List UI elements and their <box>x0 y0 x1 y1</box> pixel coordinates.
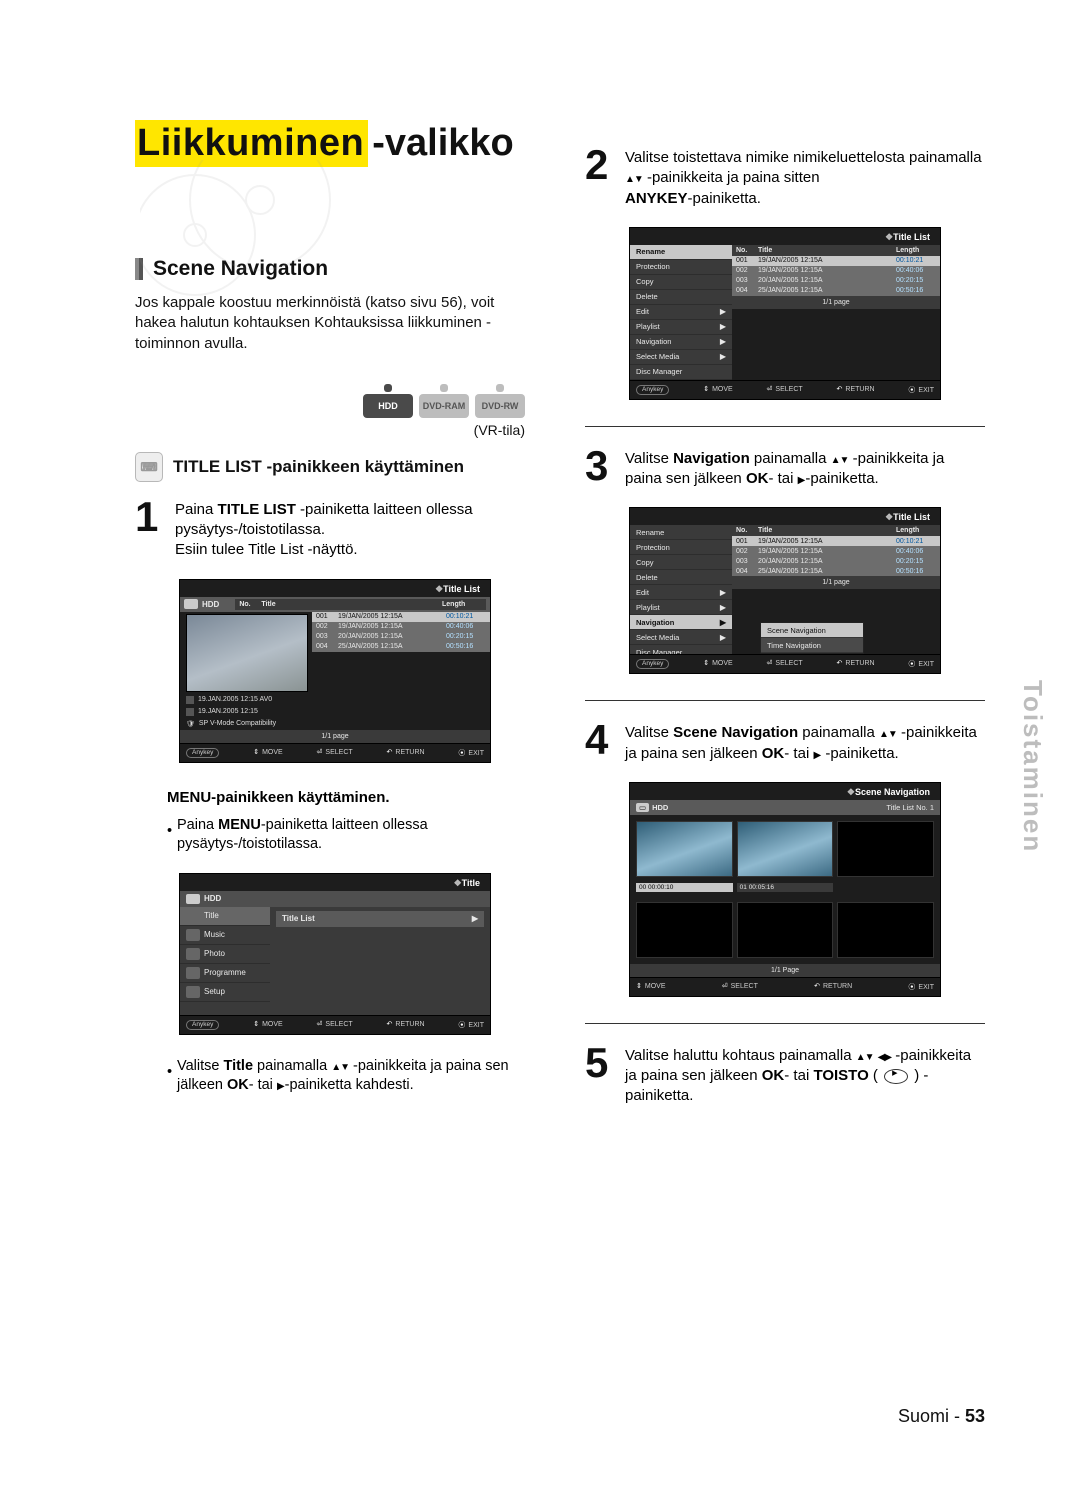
scene-thumb <box>837 821 934 877</box>
section-main-title: Liikkuminen -valikko <box>135 120 535 167</box>
step-3: 3 Valitse Navigation painamalla -painikk… <box>585 449 985 490</box>
step-4: 4 Valitse Scene Navigation painamalla -p… <box>585 723 985 764</box>
menu-button-subhead: MENU-painikkeen käyttäminen. <box>167 789 535 806</box>
up-down-icon <box>879 724 897 741</box>
up-down-icon <box>331 1058 349 1074</box>
manual-page: Liikkuminen -valikko Scene Navigation Jo… <box>0 0 1080 1487</box>
table-header: No.TitleLength <box>235 599 486 610</box>
osd-title-menu: Title HDD Title Music Photo Programme Se… <box>179 873 491 1035</box>
play-icon <box>813 745 821 762</box>
up-down-icon <box>856 1047 874 1064</box>
separator <box>585 426 985 427</box>
page-footer: Suomi - 53 <box>135 1406 985 1427</box>
info-3: SP V-Mode Compatibility <box>199 720 276 727</box>
title-rest: -valikko <box>372 122 514 165</box>
left-column: Liikkuminen -valikko Scene Navigation Jo… <box>135 120 535 1107</box>
osd-title-list-2: Title List Rename Protection Copy Delete… <box>629 227 941 400</box>
osd-title-list-1: Title List HDD No.TitleLength 00119/JAN/… <box>179 579 491 763</box>
play-button-icon <box>884 1069 908 1084</box>
section-side-label: Toistaminen <box>1017 680 1048 853</box>
vr-mode-label: (VR-tila) <box>135 422 535 438</box>
step-5: 5 Valitse haluttu kohtaus painamalla -pa… <box>585 1046 985 1107</box>
play-icon <box>277 1077 285 1093</box>
info-1: 19.JAN.2005 12:15 AV0 <box>198 696 272 703</box>
left-menu: Title Music Photo Programme Setup <box>180 907 270 1015</box>
step-1: 1 Paina TITLE LIST -painiketta laitteen … <box>135 500 535 561</box>
up-down-icon <box>831 450 849 467</box>
remote-icon: ⌨ <box>135 452 163 482</box>
scene-thumb <box>837 902 934 958</box>
osd-scene-navigation: Scene Navigation ▭HDD Title List No. 1 0… <box>629 782 941 997</box>
hdd-label: HDD <box>202 600 219 609</box>
bullet-icon <box>167 822 171 855</box>
title-highlight: Liikkuminen <box>135 120 368 167</box>
info-2: 19.JAN.2005 12:15 <box>198 708 258 715</box>
scene-navigation-heading: Scene Navigation <box>135 257 535 281</box>
scene-thumb <box>636 902 733 958</box>
title-table: 00119/JAN/2005 12:15A00:10:21 00219/JAN/… <box>312 612 490 694</box>
left-right-icon <box>878 1047 891 1064</box>
page-indicator: 1/1 page <box>180 730 490 743</box>
hdd-badge: HDD <box>363 394 413 418</box>
dvd-rw-badge: DVD-RW <box>475 394 525 418</box>
separator <box>585 700 985 701</box>
scene-thumb <box>737 902 834 958</box>
media-badges: HDD DVD-RAM DVD-RW <box>135 394 535 418</box>
scene-thumb <box>737 821 834 877</box>
up-down-icon <box>625 169 643 186</box>
context-menu: Rename Protection Copy Delete Edit▶ Play… <box>630 245 732 380</box>
navigation-popup: Scene Navigation Time Navigation <box>760 622 864 654</box>
right-column: 2 Valitse toistettava nimike nimikeluett… <box>585 130 985 1107</box>
separator <box>585 1023 985 1024</box>
bullet-2: Valitse Title painamalla -painikkeita ja… <box>167 1057 535 1096</box>
bullet-1: Paina MENU-painiketta laitteen ollessa p… <box>167 816 535 855</box>
hint-bar: Anykey ⇕MOVE ⏎SELECT ↶RETURN ⦿EXIT <box>180 743 490 762</box>
heading-marker-icon <box>135 258 143 280</box>
bullet-icon <box>167 1063 171 1096</box>
intro-text: Jos kappale koostuu merkinnöistä (katso … <box>135 293 535 354</box>
scene-thumb <box>636 821 733 877</box>
preview-thumbnail <box>186 614 308 692</box>
title-list-subhead: ⌨ TITLE LIST -painikkeen käyttäminen <box>135 452 535 482</box>
dvd-ram-badge: DVD-RAM <box>419 394 469 418</box>
osd-title-list-3: Title List Rename Protection Copy Delete… <box>629 507 941 674</box>
step-2: 2 Valitse toistettava nimike nimikeluett… <box>585 148 985 209</box>
